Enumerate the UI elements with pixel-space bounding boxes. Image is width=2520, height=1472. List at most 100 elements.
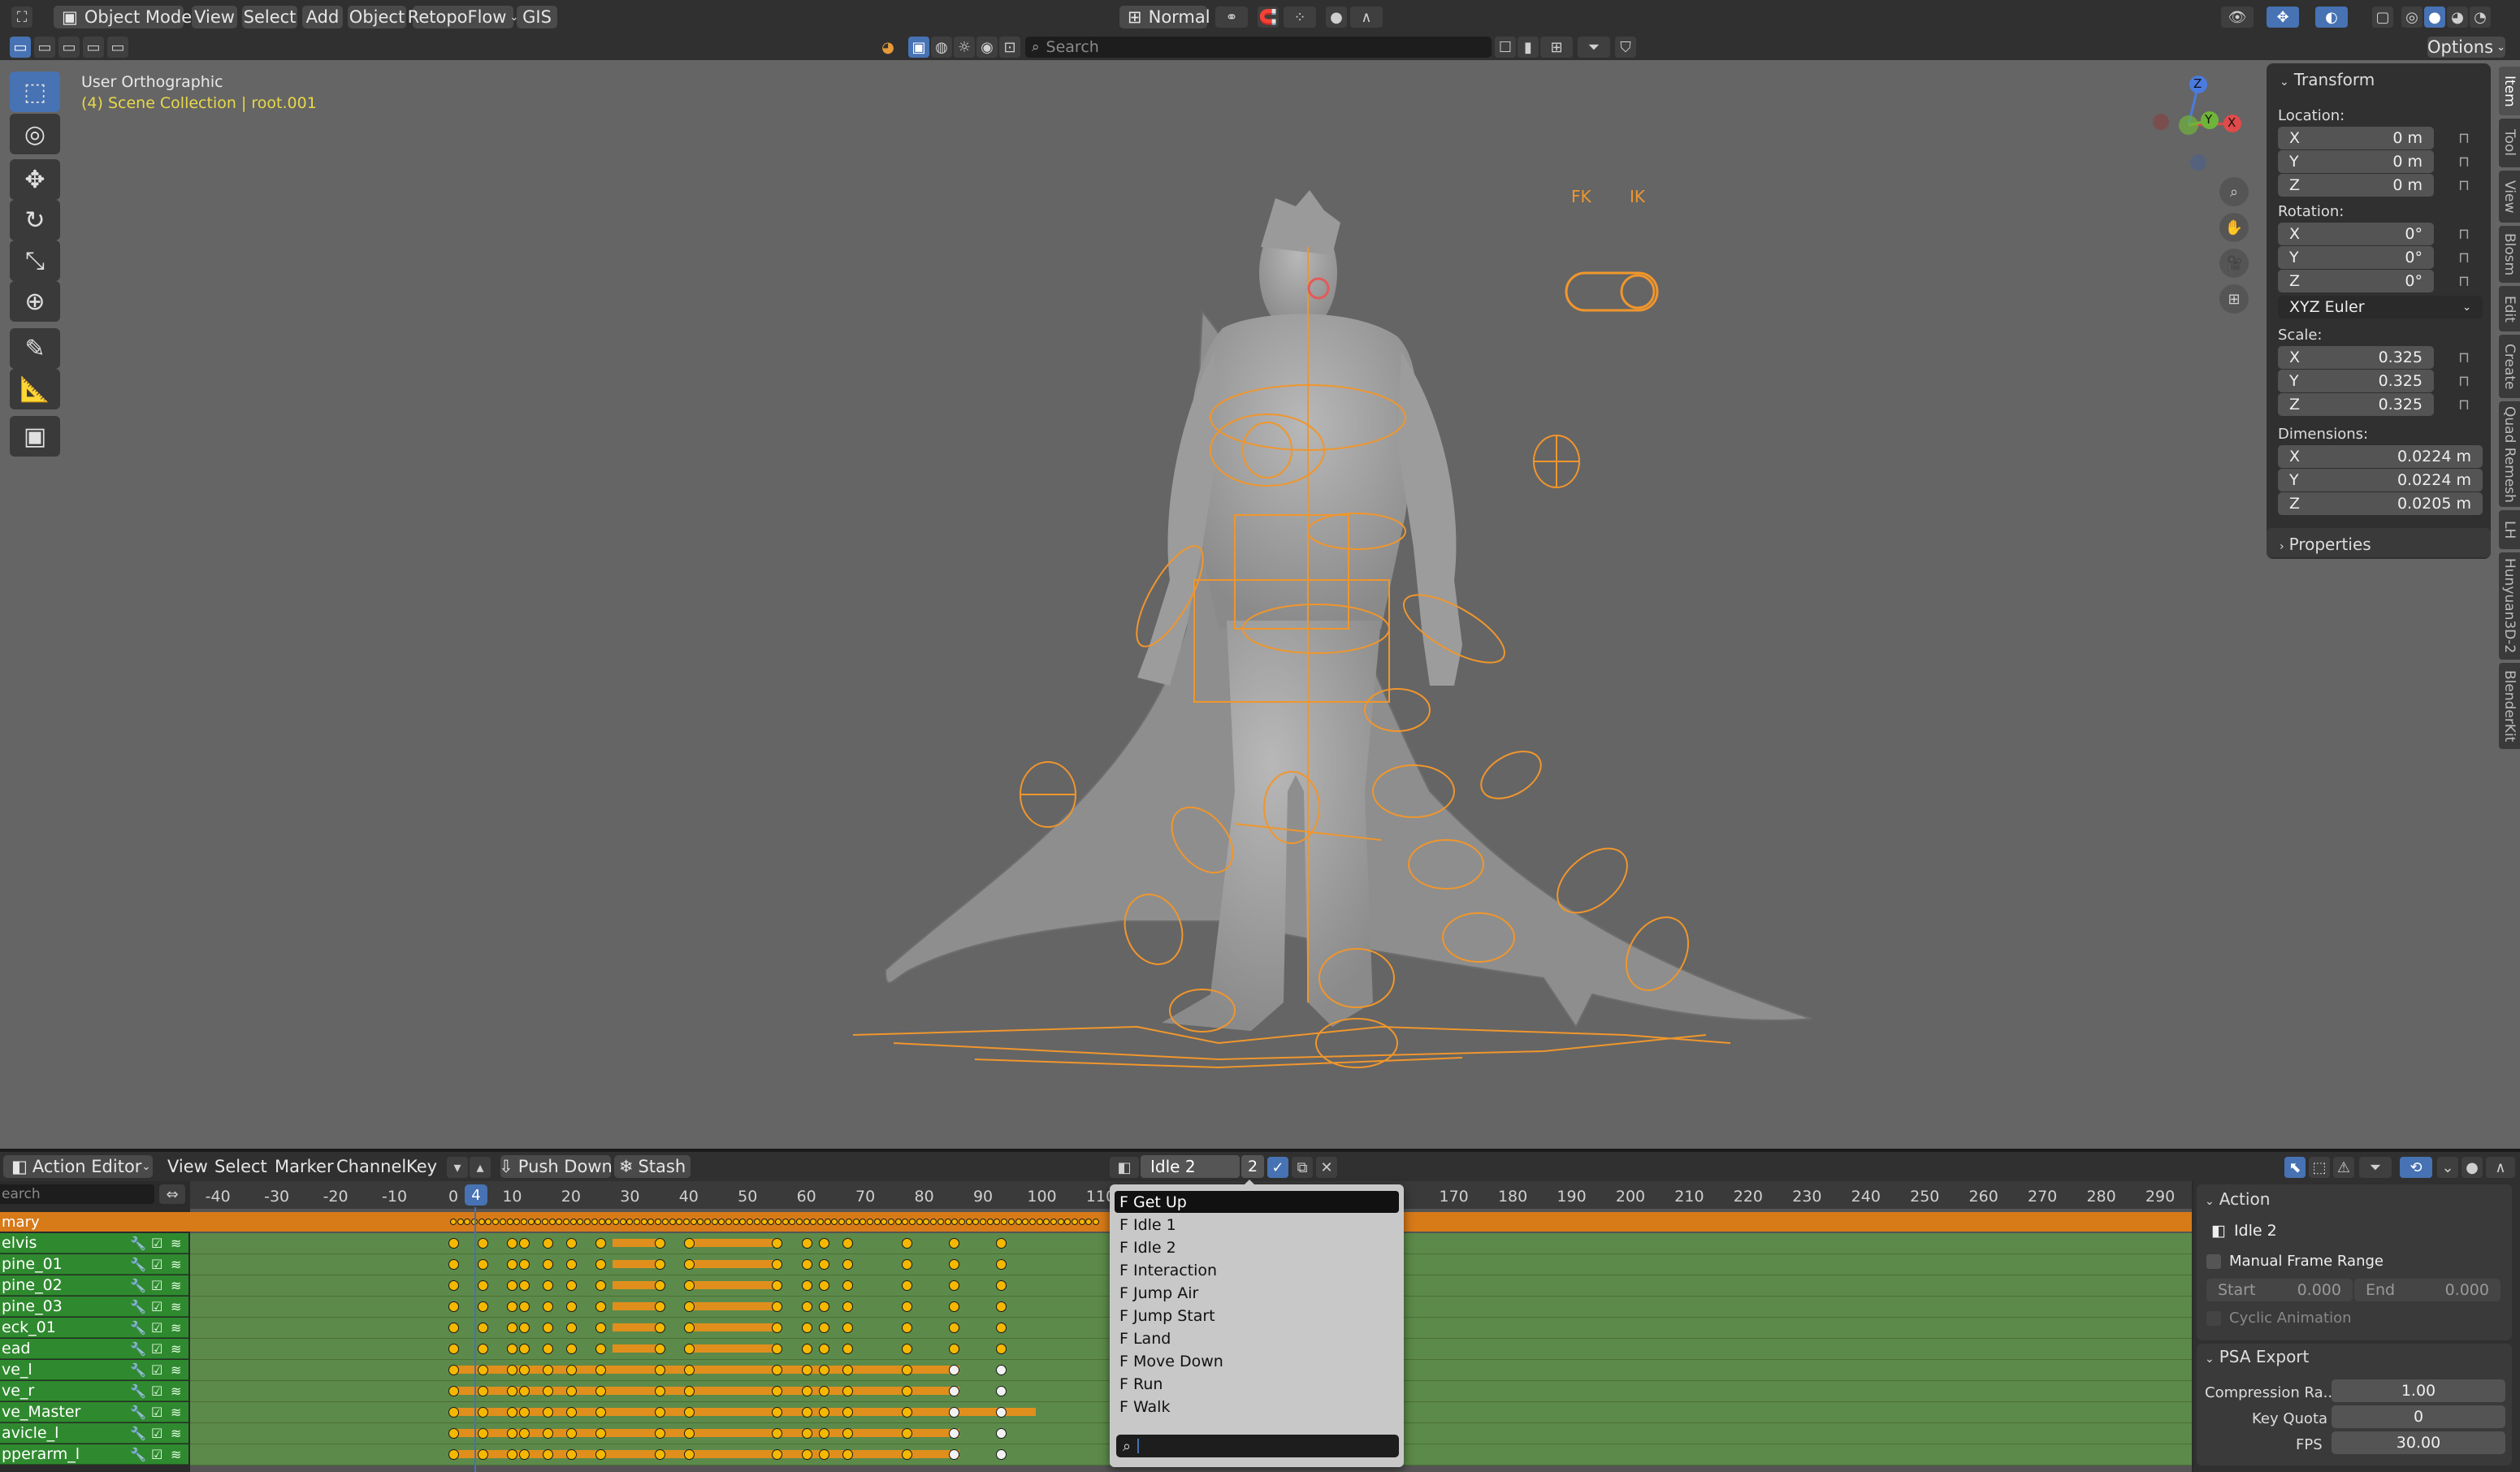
graph-icon[interactable]: ≋ — [171, 1257, 181, 1272]
checkbox-icon[interactable]: ☑ — [151, 1257, 162, 1272]
keyframe[interactable] — [448, 1407, 459, 1418]
keyframe[interactable] — [901, 1344, 912, 1354]
summary-keyframe[interactable] — [1050, 1219, 1057, 1225]
unlink-action-icon[interactable]: ✕ — [1316, 1157, 1337, 1178]
keyframe[interactable] — [542, 1259, 553, 1270]
keyframe[interactable] — [565, 1365, 577, 1375]
only-errors-icon[interactable]: ⚠ — [2333, 1157, 2354, 1178]
wrench-icon[interactable]: 🔧 — [130, 1320, 146, 1336]
keyframe[interactable] — [518, 1301, 530, 1312]
filter-object-icon[interactable]: ▣ — [908, 37, 929, 58]
summary-keyframe[interactable] — [986, 1219, 994, 1225]
tab-view[interactable]: View — [2499, 171, 2520, 223]
summary-keyframe[interactable] — [873, 1219, 881, 1225]
psa-export-header[interactable]: ⌄ PSA Export — [2205, 1347, 2309, 1366]
checkbox-icon[interactable]: ☑ — [151, 1320, 162, 1336]
channel-row[interactable]: pine_02 🔧 ☑ ≋ — [0, 1275, 188, 1296]
stash-button[interactable]: ❄ Stash — [614, 1155, 691, 1178]
shading-rendered-icon[interactable]: ◔ — [2470, 6, 2491, 28]
keyframe[interactable] — [901, 1301, 912, 1312]
wrench-icon[interactable]: 🔧 — [130, 1447, 146, 1462]
keyframe[interactable] — [448, 1238, 459, 1249]
dimensions-z-field[interactable]: Z 0.0205 m — [2278, 492, 2483, 515]
action-item-idle-2[interactable]: F Idle 2 — [1115, 1236, 1399, 1258]
properties-header[interactable]: › Properties — [2280, 535, 2371, 554]
bookmark-icon[interactable]: ▮ — [1518, 37, 1539, 58]
tab-create[interactable]: Create — [2499, 335, 2520, 398]
keyframe[interactable] — [448, 1280, 459, 1291]
keyframe[interactable] — [901, 1365, 912, 1375]
keyframe[interactable] — [901, 1238, 912, 1249]
summary-keyframe[interactable] — [732, 1219, 739, 1225]
summary-keyframe[interactable] — [845, 1219, 852, 1225]
graph-icon[interactable]: ≋ — [171, 1405, 181, 1420]
rotation-x-field[interactable]: X 0° — [2278, 223, 2434, 245]
character-model[interactable] — [0, 60, 2520, 1149]
menu-view[interactable]: View — [192, 6, 237, 28]
keyframe[interactable] — [901, 1280, 912, 1291]
keyframe[interactable] — [948, 1449, 959, 1460]
summary-keyframe[interactable] — [542, 1219, 549, 1225]
keyframe[interactable] — [654, 1344, 665, 1354]
select-mode-subtract-icon[interactable]: ▭ — [58, 37, 80, 58]
keyframe[interactable] — [683, 1301, 695, 1312]
summary-keyframe[interactable] — [634, 1219, 641, 1225]
editor-type-icon[interactable]: ⛶ — [11, 6, 32, 28]
graph-icon[interactable]: ≋ — [171, 1236, 181, 1251]
wrench-icon[interactable]: 🔧 — [130, 1299, 146, 1314]
snap-target-icon[interactable]: ⁘ — [1284, 6, 1316, 28]
keyframe[interactable] — [948, 1344, 959, 1354]
keyframe[interactable] — [948, 1238, 959, 1249]
summary-keyframe[interactable] — [506, 1219, 513, 1225]
proportional-falloff-icon[interactable]: ∧ — [1350, 6, 1383, 28]
keyframe[interactable] — [565, 1344, 577, 1354]
action-name-field[interactable]: Idle 2 — [1141, 1155, 1240, 1178]
summary-keyframe[interactable] — [1036, 1219, 1043, 1225]
wrench-icon[interactable]: 🔧 — [130, 1236, 146, 1251]
location-z-field[interactable]: Z 0 m — [2278, 174, 2434, 197]
keyframe[interactable] — [518, 1407, 530, 1418]
keyframe[interactable] — [801, 1280, 812, 1291]
summary-keyframe[interactable] — [796, 1219, 803, 1225]
keyframe[interactable] — [565, 1428, 577, 1439]
keyframe[interactable] — [948, 1301, 959, 1312]
keyframe[interactable] — [518, 1238, 530, 1249]
channel-row[interactable]: ve_r 🔧 ☑ ≋ — [0, 1381, 188, 1401]
checkbox-icon[interactable]: ☑ — [151, 1236, 162, 1251]
summary-keyframe[interactable] — [944, 1219, 951, 1225]
wrench-icon[interactable]: 🔧 — [130, 1405, 146, 1420]
summary-keyframe[interactable] — [1015, 1219, 1022, 1225]
channel-row[interactable]: ve_Master 🔧 ☑ ≋ — [0, 1402, 188, 1422]
keyframe[interactable] — [542, 1301, 553, 1312]
frame-start-field[interactable]: Start 0.000 — [2206, 1279, 2353, 1301]
keyframe[interactable] — [995, 1323, 1007, 1333]
summary-keyframe[interactable] — [760, 1219, 768, 1225]
keyframe[interactable] — [801, 1259, 812, 1270]
keyframe[interactable] — [995, 1238, 1007, 1249]
keyframe[interactable] — [654, 1238, 665, 1249]
summary-keyframe[interactable] — [1078, 1219, 1085, 1225]
graph-icon[interactable]: ≋ — [171, 1383, 181, 1399]
summary-keyframe[interactable] — [661, 1219, 669, 1225]
summary-keyframe[interactable] — [450, 1219, 457, 1225]
channel-row[interactable]: pine_01 🔧 ☑ ≋ — [0, 1254, 188, 1275]
wrench-icon[interactable]: 🔧 — [130, 1341, 146, 1357]
falloff-icon[interactable]: ∧ — [2486, 1157, 2515, 1178]
keyframe[interactable] — [995, 1280, 1007, 1291]
channel-row[interactable]: ead 🔧 ☑ ≋ — [0, 1339, 188, 1359]
search-field[interactable]: ⌕ Search — [1025, 37, 1492, 58]
keyframe[interactable] — [448, 1259, 459, 1270]
keyframe[interactable] — [683, 1365, 695, 1375]
filter-other-icon[interactable]: ⊡ — [999, 37, 1020, 58]
keyframe[interactable] — [948, 1280, 959, 1291]
keyframe[interactable] — [542, 1280, 553, 1291]
summary-keyframe[interactable] — [725, 1219, 733, 1225]
keyframe[interactable] — [518, 1365, 530, 1375]
checkbox-icon[interactable]: ☑ — [151, 1362, 162, 1378]
summary-keyframe[interactable] — [958, 1219, 965, 1225]
user-count[interactable]: 2 — [1241, 1155, 1264, 1178]
summary-keyframe[interactable] — [591, 1219, 598, 1225]
checkbox-icon[interactable]: ☑ — [151, 1299, 162, 1314]
keyframe[interactable] — [948, 1365, 959, 1375]
keyframe[interactable] — [995, 1344, 1007, 1354]
